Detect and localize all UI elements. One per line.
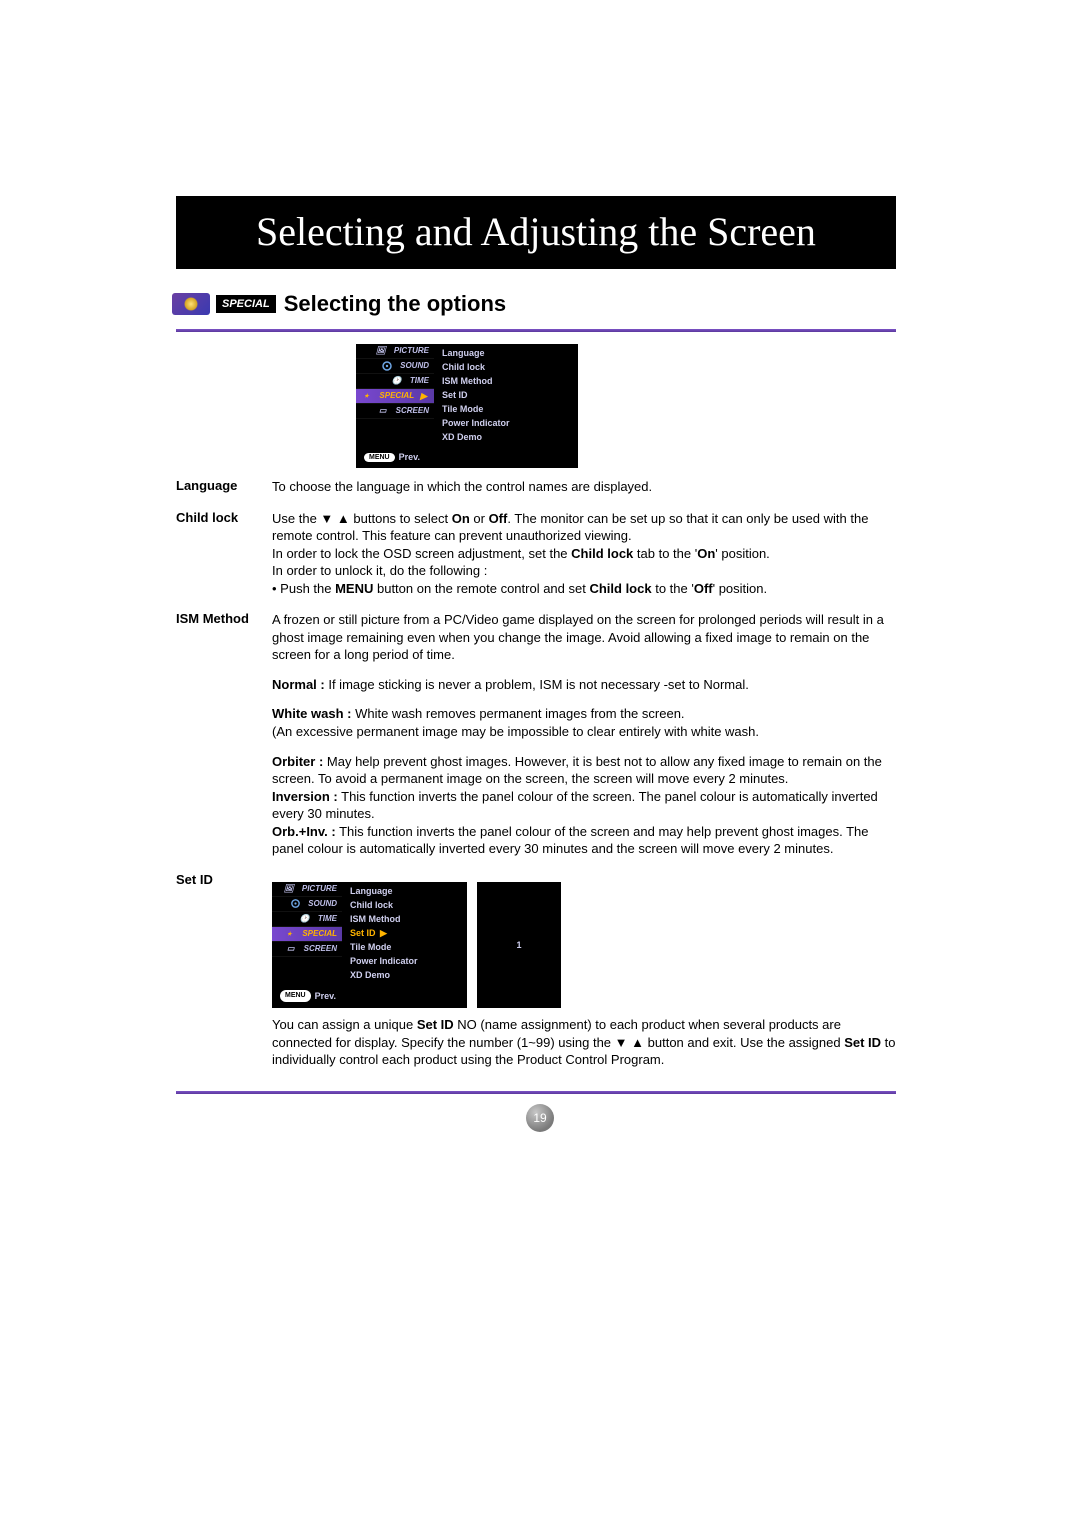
chevron-right-icon: ▶ xyxy=(418,389,429,403)
special-tag-label: SPECIAL xyxy=(216,295,276,313)
page-number-badge: 19 xyxy=(526,1104,554,1132)
osd-item: XD Demo xyxy=(442,430,578,444)
time-icon: 🕑 xyxy=(296,913,314,925)
picture-icon: 🖼 xyxy=(372,345,390,357)
osd-item: Child lock xyxy=(442,360,578,374)
osd-set-id-value-box: 1 xyxy=(477,882,561,1008)
screen-icon: ▭ xyxy=(374,405,392,417)
divider xyxy=(176,1091,896,1094)
label-language: Language xyxy=(176,478,272,493)
subheading-title: Selecting the options xyxy=(284,291,506,317)
divider xyxy=(176,329,896,332)
time-icon: 🕑 xyxy=(388,375,406,387)
osd-item: Tile Mode xyxy=(442,402,578,416)
label-ism-method: ISM Method xyxy=(176,611,272,626)
text-child-lock: Use the ▼ ▲ buttons to select On or Off.… xyxy=(272,510,896,598)
osd-item: ISM Method xyxy=(442,374,578,388)
text-ism-method: A frozen or still picture from a PC/Vide… xyxy=(272,611,896,858)
osd-item: Set ID xyxy=(442,388,578,402)
up-arrow-icon: ▲ xyxy=(631,1035,644,1050)
screen-icon: ▭ xyxy=(282,943,300,955)
subheading: SPECIAL Selecting the options xyxy=(172,291,1004,317)
prev-label: Prev. xyxy=(399,452,420,462)
special-icon: ⭑ xyxy=(357,390,375,402)
special-category-icon xyxy=(172,293,210,315)
sound-icon xyxy=(286,898,304,910)
osd-item: Language xyxy=(442,346,578,360)
picture-icon: 🖼 xyxy=(280,883,298,895)
menu-pill: MENU xyxy=(364,453,395,462)
special-icon: ⭑ xyxy=(280,928,298,940)
chevron-right-icon: ▶ xyxy=(378,928,389,938)
text-language: To choose the language in which the cont… xyxy=(272,478,896,496)
down-arrow-icon: ▼ xyxy=(320,511,333,526)
banner-title: Selecting and Adjusting the Screen xyxy=(176,196,896,269)
label-child-lock: Child lock xyxy=(176,510,272,525)
up-arrow-icon: ▲ xyxy=(337,511,350,526)
osd-menu-screenshot-1: 🖼PICTURE SOUND 🕑TIME ⭑SPECIAL▶ ▭SCREEN L… xyxy=(356,344,578,468)
text-set-id: 🖼PICTURE SOUND 🕑TIME ⭑SPECIAL ▭SCREEN La… xyxy=(272,872,896,1069)
osd-menu-screenshot-2: 🖼PICTURE SOUND 🕑TIME ⭑SPECIAL ▭SCREEN La… xyxy=(272,882,467,1008)
down-arrow-icon: ▼ xyxy=(615,1035,628,1050)
label-set-id: Set ID xyxy=(176,872,272,887)
osd-item: Power Indicator xyxy=(442,416,578,430)
sound-icon xyxy=(378,360,396,372)
